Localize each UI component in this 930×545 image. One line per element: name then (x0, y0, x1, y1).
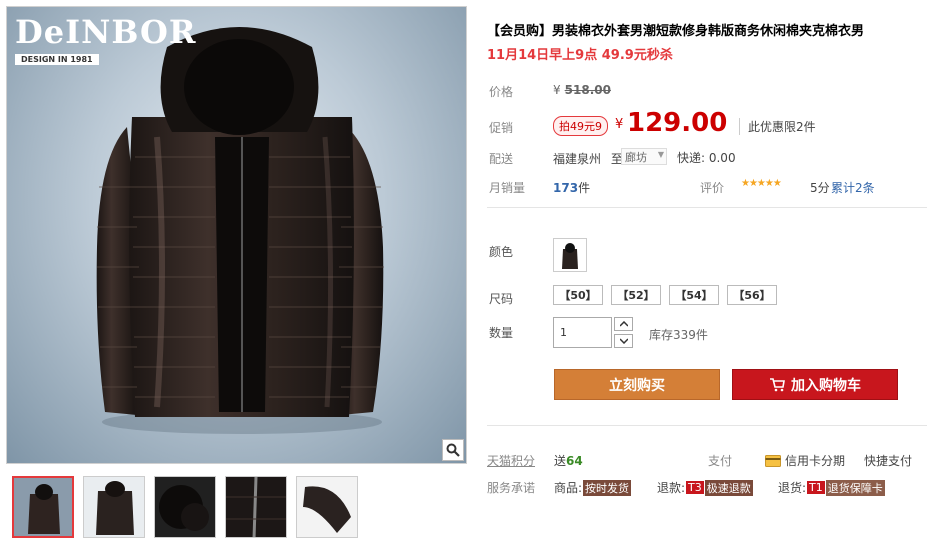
size-label: 尺码 (489, 292, 514, 306)
points-reward: 送64 (554, 452, 583, 469)
quantity-decrease-button[interactable] (614, 334, 633, 348)
size-option-56[interactable]: 【56】 (727, 285, 777, 305)
divider (487, 425, 927, 426)
currency-symbol: ¥ (553, 83, 561, 97)
points-prefix: 送 (554, 454, 567, 468)
thumbnail-2[interactable] (83, 476, 145, 538)
thumbnail-3[interactable] (154, 476, 216, 538)
thumbnail-cuff-detail (297, 477, 357, 537)
credit-installment-label: 信用卡分期 (785, 454, 846, 468)
original-price-value: 518.00 (564, 83, 611, 97)
buy-now-button[interactable]: 立刻购买 (554, 369, 720, 400)
thumbnail-hood-detail (155, 477, 215, 537)
ship-from-city: 福建泉州 (553, 152, 602, 166)
quick-pay-link[interactable]: 快捷支付 (864, 452, 912, 469)
cart-icon (770, 377, 785, 391)
chevron-down-icon: ▼ (657, 150, 664, 159)
shipping-label: 配送 (489, 152, 514, 166)
thumbnail-1[interactable] (12, 476, 74, 538)
return-guarantee-badge[interactable]: 退货保障卡 (825, 479, 885, 496)
current-price-currency: ¥ (615, 117, 624, 132)
credit-installment-link[interactable]: 信用卡分期 (765, 452, 845, 469)
size-option-54[interactable]: 【54】 (669, 285, 719, 305)
promo-text: 11月14日早上9点 49.9元秒杀 (487, 48, 673, 63)
thumbnail-4[interactable] (225, 476, 287, 538)
service-promise-label: 服务承诺 (487, 481, 536, 495)
add-to-cart-label: 加入购物车 (791, 377, 861, 394)
ship-from: 福建泉州 至 (553, 150, 623, 167)
monthly-sales: 173件 (553, 179, 590, 196)
thumbnail-strip (12, 476, 358, 538)
product-title: 【会员购】男装棉衣外套男潮短款修身韩版商务休闲棉夹克棉衣男 (487, 24, 865, 39)
goods-label: 商品: (554, 481, 583, 495)
promo-badge: 拍49元9 (553, 116, 608, 136)
rating-label: 评价 (700, 181, 725, 195)
monthly-sales-label: 月销量 (489, 181, 526, 195)
quantity-increase-button[interactable] (614, 317, 633, 331)
fast-refund-badge[interactable]: 极速退款 (704, 479, 753, 496)
current-price: 129.00 (627, 108, 728, 138)
color-swatch-black[interactable] (553, 238, 587, 272)
monthly-sales-count: 173 (553, 181, 579, 195)
payment-label: 支付 (708, 454, 733, 468)
service-section: 天猫积分 送64 支付 信用卡分期 快捷支付 服务承诺 商品: 按时发货 退款:… (487, 440, 925, 500)
brand-tagline: DESIGN IN 1981 (15, 54, 99, 65)
return-label: 退货: (778, 481, 807, 495)
color-swatch-jacket-icon (562, 243, 578, 269)
promo-label: 促销 (489, 121, 514, 135)
promise-refund: 退款: T3 极速退款 (657, 479, 753, 496)
size-option-50[interactable]: 【50】 (553, 285, 603, 305)
magnifier-icon (446, 443, 460, 457)
destination-select[interactable]: 廊坊 ▼ (621, 148, 667, 165)
refund-code-badge: T3 (686, 481, 704, 494)
thumbnail-jacket-back (84, 477, 144, 537)
stock-count: 库存339件 (649, 328, 708, 342)
add-to-cart-button[interactable]: 加入购物车 (732, 369, 898, 400)
quantity-label: 数量 (489, 326, 514, 340)
tmall-points-link[interactable]: 天猫积分 (487, 452, 535, 469)
jacket-illustration (96, 27, 384, 434)
divider (487, 207, 927, 208)
credit-card-icon (765, 454, 781, 467)
original-price: ¥518.00 (553, 83, 611, 97)
quantity-input[interactable] (553, 317, 612, 348)
zoom-button[interactable] (442, 439, 464, 461)
product-main-image[interactable]: DeINBOR DESIGN IN 1981 (6, 6, 467, 464)
thumbnail-jacket-front (14, 478, 72, 536)
points-value: 64 (566, 454, 583, 468)
thumbnail-5[interactable] (296, 476, 358, 538)
brand-name: DeINBOR (15, 13, 197, 51)
size-option-52[interactable]: 【52】 (611, 285, 661, 305)
return-code-badge: T1 (807, 481, 825, 494)
monthly-sales-unit: 件 (578, 181, 591, 195)
rating-stars: ★★★★★ (741, 178, 782, 189)
promise-goods: 商品: 按时发货 (554, 479, 632, 496)
thumbnail-zipper-detail (226, 477, 286, 537)
refund-label: 退款: (657, 481, 686, 495)
express-fee: 快递: 0.00 (677, 151, 736, 165)
color-label: 颜色 (489, 245, 514, 259)
promise-return: 退货: T1 退货保障卡 (778, 479, 885, 496)
rating-score: 5分 (810, 181, 830, 195)
review-count-link[interactable]: 累计2条 (831, 179, 875, 196)
chevron-up-icon (619, 321, 628, 327)
chevron-down-icon (619, 338, 628, 344)
brand-logo: DeINBOR DESIGN IN 1981 (15, 13, 196, 65)
on-time-delivery-badge[interactable]: 按时发货 (583, 479, 632, 496)
destination-value: 廊坊 (625, 151, 647, 164)
purchase-limit: 此优惠限2件 (739, 118, 816, 135)
price-label: 价格 (489, 85, 514, 99)
